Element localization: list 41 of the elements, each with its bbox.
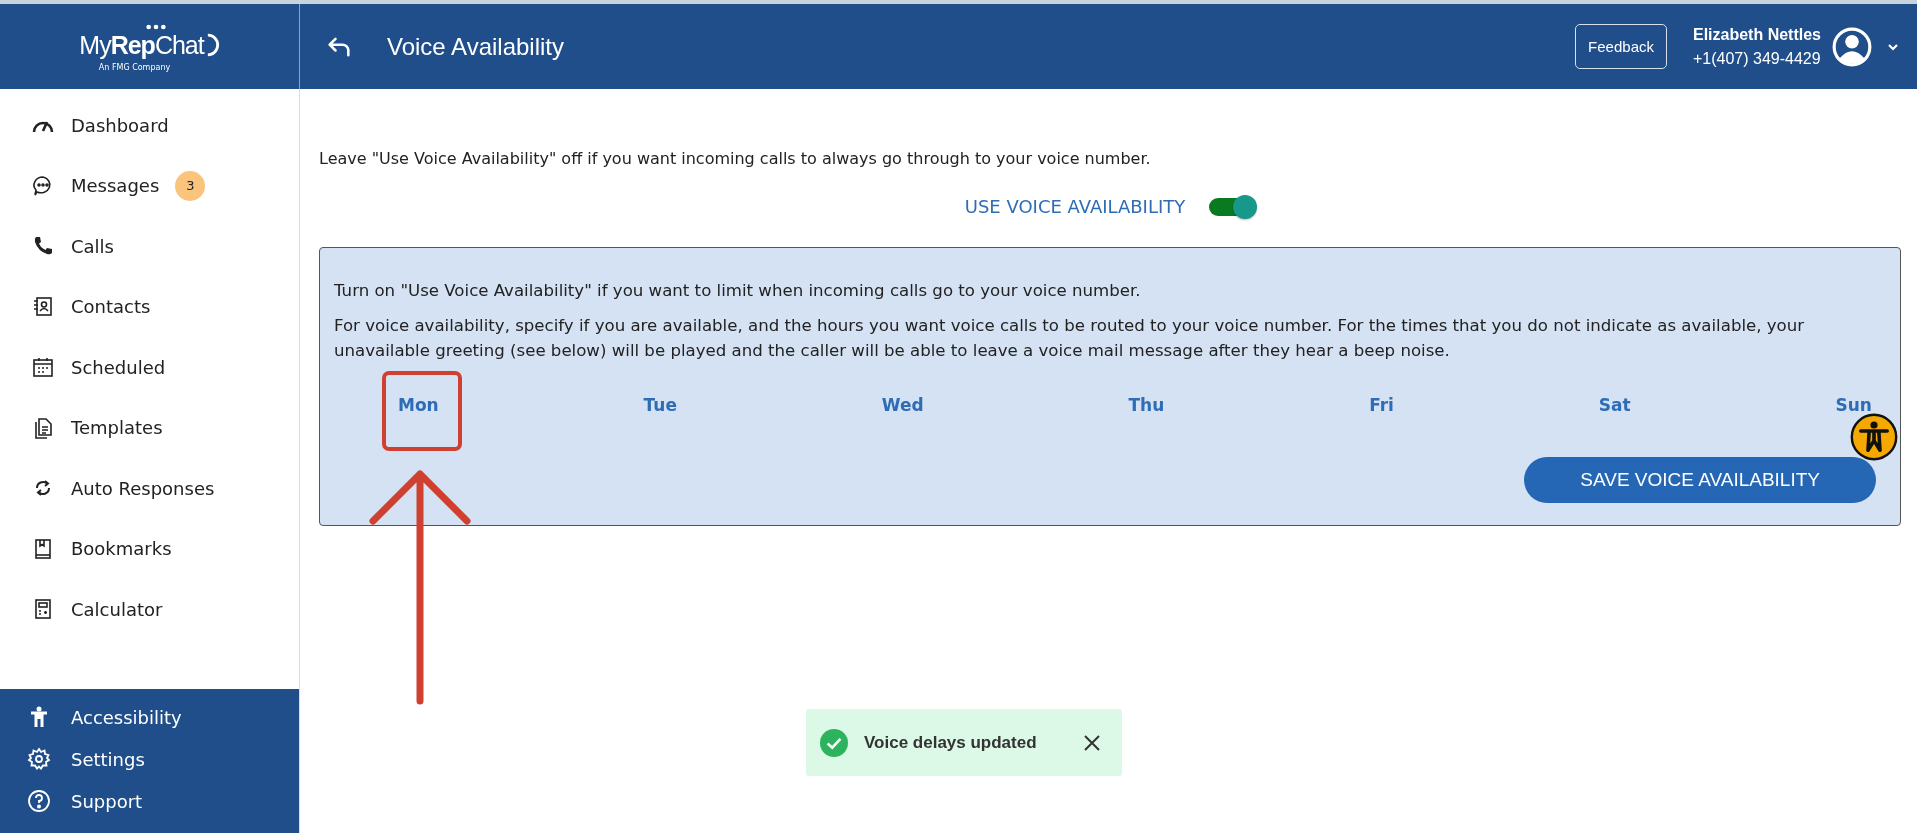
sidebar-item[interactable]: Accessibility xyxy=(0,701,299,733)
user-name: Elizabeth Nettles xyxy=(1692,25,1821,44)
sidebar-item[interactable]: Templates xyxy=(0,397,299,458)
toggle-switch[interactable] xyxy=(1209,197,1256,216)
sidebar-item[interactable]: Contacts xyxy=(0,276,299,337)
day-tab[interactable]: Mon xyxy=(398,395,439,415)
caret-icon[interactable] xyxy=(1887,42,1899,51)
panel-text: Turn on "Use Voice Availability" if you want to limit when incoming calls go to your voice number. xyxy=(334,280,1142,302)
sidebar-item[interactable]: Calculator xyxy=(0,579,299,640)
check-icon xyxy=(820,728,848,757)
sidebar-item[interactable]: Support xyxy=(0,785,299,817)
sidebar-item[interactable]: Messages 3 xyxy=(0,155,299,216)
day-tab[interactable]: Thu xyxy=(1128,395,1165,415)
day-tab[interactable]: Tue xyxy=(643,395,677,415)
feedback-button[interactable]: Feedback xyxy=(1575,24,1667,69)
help-icon xyxy=(27,789,51,813)
sidebar-item[interactable]: Dashboard xyxy=(0,95,299,156)
day-tab[interactable]: Sat xyxy=(1598,395,1631,415)
panel-text: For voice availability, specify if you are available, and the hours you want voice calls to be routed to your voice number. For the times that you do not indicate as available, your unavailable greeting (see below) will be played and the caller will be able to leave a voice mail message after they hear a beep noise. xyxy=(334,315,1806,362)
contacts-icon xyxy=(31,294,55,319)
brand-logo: MyRepChat An FMG Company xyxy=(0,4,300,89)
user-phone: +1(407) 349-4429 xyxy=(1692,49,1821,68)
sidebar-item[interactable]: Settings xyxy=(0,743,299,775)
close-icon[interactable] xyxy=(1082,732,1102,753)
sidebar-item[interactable]: Calls xyxy=(0,216,299,277)
calendar-icon xyxy=(31,355,55,380)
toast-message: Voice delays updated xyxy=(864,732,1038,753)
settings-icon xyxy=(27,747,51,771)
day-tab[interactable]: Wed xyxy=(881,395,924,415)
sidebar-item[interactable]: Bookmarks xyxy=(0,518,299,579)
toggle-label: USE VOICE AVAILABILITY xyxy=(964,196,1186,217)
sidebar-item[interactable]: Scheduled xyxy=(0,337,299,398)
day-tab[interactable]: Fri xyxy=(1369,395,1394,415)
sidebar-item[interactable]: Auto Responses xyxy=(0,458,299,519)
day-tab[interactable]: Sun xyxy=(1835,395,1872,415)
save-button[interactable]: SAVE VOICE AVAILABILITY xyxy=(1524,457,1876,503)
page-title: Voice Availability xyxy=(387,32,564,61)
intro-text: Leave "Use Voice Availability" off if you want incoming calls to always go through to your voice number. xyxy=(319,149,1152,168)
avatar-icon[interactable] xyxy=(1831,25,1873,68)
accessibility-icon[interactable] xyxy=(1850,413,1898,461)
unread-badge: 3 xyxy=(175,170,206,201)
